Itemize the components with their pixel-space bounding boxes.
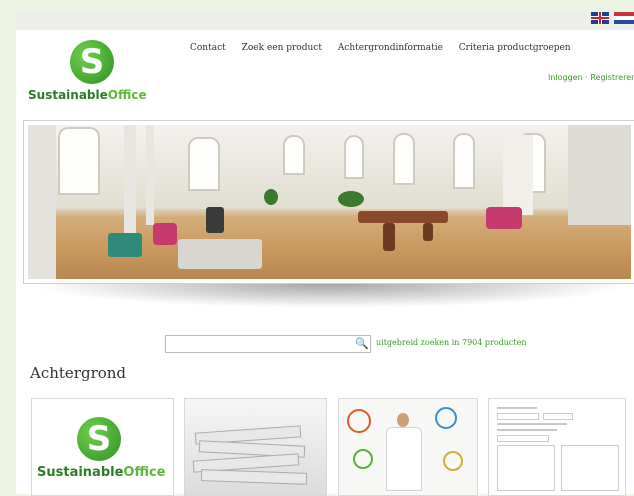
thumb-logo[interactable]: S SustainableOffice [31, 398, 174, 496]
banner-shadow [30, 284, 630, 308]
advanced-search-link[interactable]: uitgebreid zoeken in 7904 producten [376, 338, 527, 347]
magnifier-icon[interactable]: 🔍 [355, 337, 369, 350]
office-panorama-image [28, 125, 631, 279]
logo-text: SustainableOffice [28, 88, 147, 102]
nav-achtergrondinformatie[interactable]: Achtergrondinformatie [338, 43, 443, 53]
nav-zoek-product[interactable]: Zoek een product [242, 43, 322, 53]
thumb-whiteboard[interactable] [338, 398, 478, 496]
thumb-newspapers[interactable] [184, 398, 327, 496]
flag-uk-icon[interactable] [591, 12, 609, 24]
hero-banner [23, 120, 634, 284]
nav-contact[interactable]: Contact [190, 43, 226, 53]
search-input[interactable] [165, 335, 371, 353]
logo-mark-icon: S [70, 40, 114, 84]
main-nav: Contact Zoek een product Achtergrondinfo… [190, 43, 584, 53]
section-heading: Achtergrond [30, 364, 127, 382]
thumb-registration-form[interactable] [488, 398, 626, 496]
flag-nl-icon[interactable] [614, 12, 634, 24]
top-bar [16, 10, 634, 30]
logo-text: SustainableOffice [37, 465, 166, 480]
nav-criteria-productgroepen[interactable]: Criteria productgroepen [459, 43, 571, 53]
logo-mark-icon: S [77, 417, 121, 461]
login-register-link[interactable]: Inloggen · Registreren [548, 73, 634, 82]
site-logo[interactable]: S SustainableOffice [28, 40, 162, 106]
